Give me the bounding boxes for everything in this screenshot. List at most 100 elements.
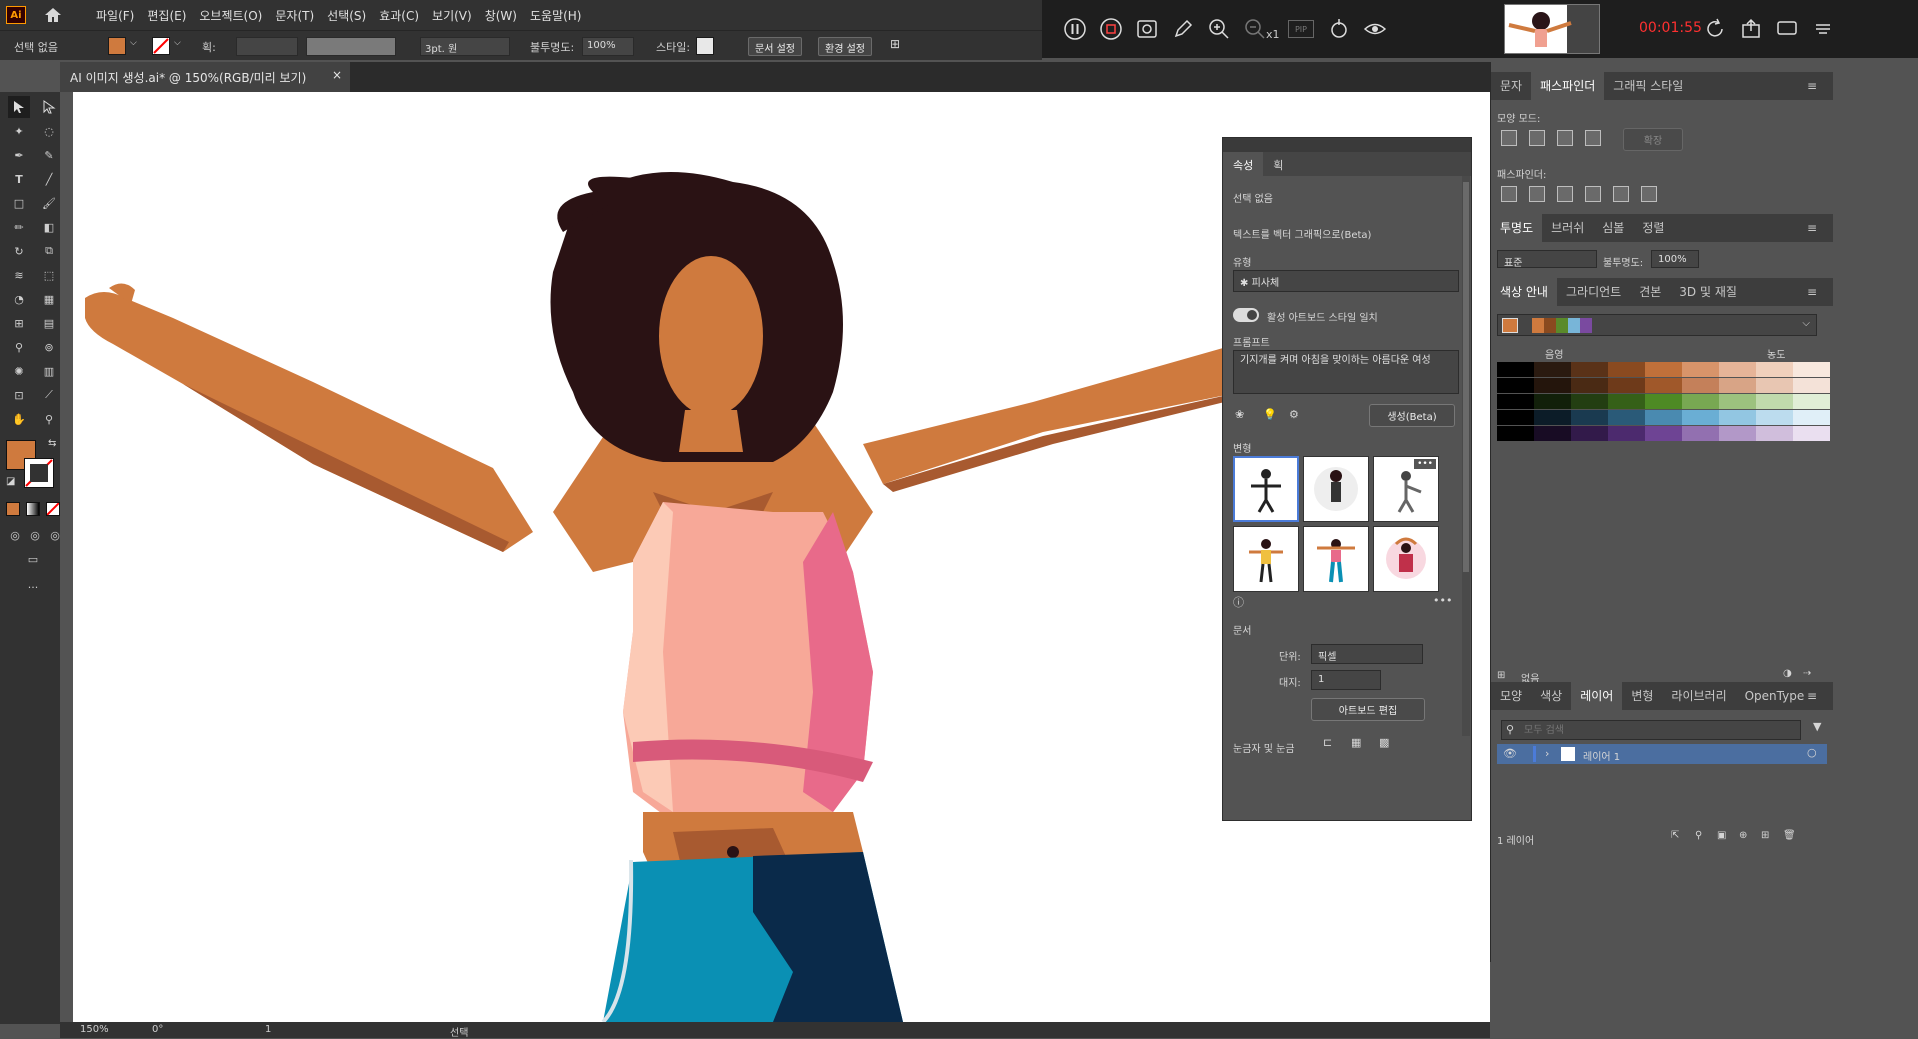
- color-guide-swatch[interactable]: [1571, 362, 1608, 377]
- tab-3d-materials[interactable]: 3D 및 재질: [1670, 278, 1746, 306]
- layer-row[interactable]: 👁 › 레이어 1 ○: [1497, 744, 1827, 764]
- color-guide-swatch[interactable]: [1645, 362, 1682, 377]
- divide-icon[interactable]: [1501, 186, 1517, 202]
- chat-icon[interactable]: [1774, 16, 1800, 42]
- refresh-icon[interactable]: [1702, 16, 1728, 42]
- new-sublayer-icon[interactable]: ⊕: [1739, 830, 1747, 841]
- free-transform-tool-icon[interactable]: ⬚: [38, 264, 60, 286]
- zoom-tool-icon[interactable]: ⚲: [38, 408, 60, 430]
- variant-thumbnail[interactable]: [1233, 526, 1299, 592]
- harmony-color-strip[interactable]: [1532, 318, 1592, 333]
- color-guide-swatch[interactable]: [1645, 410, 1682, 425]
- variant-thumbnail[interactable]: [1303, 456, 1369, 522]
- locate-object-icon[interactable]: ⚲: [1695, 830, 1702, 841]
- export-layer-icon[interactable]: ⇱: [1671, 830, 1679, 841]
- minus-front-icon[interactable]: [1529, 130, 1545, 146]
- info-icon[interactable]: ⓘ: [1233, 594, 1244, 610]
- opacity-field[interactable]: 100%: [582, 37, 634, 56]
- color-guide-swatch[interactable]: [1793, 394, 1830, 409]
- prompt-textarea[interactable]: 기지개를 켜며 아침을 맞이하는 아름다운 여성: [1233, 350, 1459, 394]
- symbol-sprayer-tool-icon[interactable]: ✺: [8, 360, 30, 382]
- transparency-grid-icon[interactable]: ▩: [1379, 736, 1389, 749]
- menu-object[interactable]: 오브젝트(O): [199, 7, 262, 24]
- color-guide-swatch[interactable]: [1608, 426, 1645, 441]
- export-icon[interactable]: [1738, 16, 1764, 42]
- more-options-icon[interactable]: •••: [1414, 459, 1436, 469]
- color-guide-swatch[interactable]: [1756, 426, 1793, 441]
- tab-pathfinder[interactable]: 패스파인더: [1531, 72, 1605, 100]
- layers-search[interactable]: ⚲: [1501, 720, 1801, 740]
- delete-layer-icon[interactable]: 🗑: [1783, 830, 1796, 841]
- color-guide-swatch[interactable]: [1756, 410, 1793, 425]
- edit-colors-icon[interactable]: ⇢: [1803, 668, 1811, 679]
- new-layer-icon[interactable]: ⊞: [1761, 830, 1769, 841]
- blend-mode-dropdown[interactable]: 표준: [1497, 250, 1597, 269]
- variant-thumbnail[interactable]: [1303, 526, 1369, 592]
- color-guide-swatch[interactable]: [1534, 362, 1571, 377]
- rotate-tool-icon[interactable]: ↻: [8, 240, 30, 262]
- properties-scrollbar[interactable]: [1462, 176, 1470, 736]
- zoom-out-icon[interactable]: [1242, 16, 1268, 42]
- color-guide-swatch[interactable]: [1497, 426, 1534, 441]
- pip-icon[interactable]: PIP: [1288, 20, 1314, 38]
- color-guide-swatch[interactable]: [1645, 394, 1682, 409]
- menu-edit[interactable]: 편집(E): [147, 7, 186, 24]
- color-guide-swatch[interactable]: [1571, 426, 1608, 441]
- color-guide-swatch[interactable]: [1497, 362, 1534, 377]
- tab-symbols[interactable]: 심볼: [1593, 214, 1633, 242]
- menu-effect[interactable]: 효과(C): [379, 7, 419, 24]
- color-guide-swatch[interactable]: [1756, 394, 1793, 409]
- style-match-toggle[interactable]: [1233, 308, 1259, 322]
- volume-icon[interactable]: [1202, 36, 1216, 50]
- tab-color-guide[interactable]: 색상 안내: [1491, 278, 1557, 306]
- selection-tool-icon[interactable]: [8, 96, 30, 118]
- visibility-eye-icon[interactable]: 👁: [1503, 747, 1517, 760]
- warp-tool-icon[interactable]: ≋: [8, 264, 30, 286]
- harmony-rules-dropdown[interactable]: ⌵: [1497, 314, 1817, 336]
- tab-libraries[interactable]: 라이브러리: [1662, 682, 1735, 710]
- more-icon[interactable]: •••: [1433, 594, 1452, 607]
- color-guide-swatch[interactable]: [1756, 378, 1793, 393]
- opacity-field[interactable]: 100%: [1651, 250, 1699, 268]
- color-guide-swatch[interactable]: [1682, 394, 1719, 409]
- clipping-mask-icon[interactable]: ▣: [1717, 830, 1726, 841]
- shape-builder-tool-icon[interactable]: ◔: [8, 288, 30, 310]
- chevron-down-icon[interactable]: ⌵: [130, 38, 137, 48]
- merge-icon[interactable]: [1557, 186, 1573, 202]
- grid-icon[interactable]: ▦: [1351, 736, 1361, 749]
- color-guide-swatch[interactable]: [1645, 378, 1682, 393]
- text-to-vector-section[interactable]: 텍스트를 벡터 그래픽으로(Beta): [1233, 226, 1371, 241]
- chevron-down-icon[interactable]: ⌵: [174, 38, 181, 48]
- pause-icon[interactable]: [1062, 16, 1088, 42]
- color-guide-swatch[interactable]: [1608, 410, 1645, 425]
- none-mode-icon[interactable]: [46, 502, 60, 516]
- color-mode-icon[interactable]: [6, 502, 20, 516]
- panel-header[interactable]: [1223, 138, 1471, 152]
- tab-properties[interactable]: 속성: [1223, 152, 1264, 176]
- artboard-number[interactable]: 1: [265, 1024, 271, 1035]
- tab-stroke[interactable]: 획: [1263, 152, 1293, 176]
- ruler-icon[interactable]: ⊏: [1323, 736, 1332, 749]
- cursor-effect-icon[interactable]: [1326, 16, 1352, 42]
- draw-inside-icon[interactable]: ◎: [44, 524, 66, 546]
- units-dropdown[interactable]: 픽셀: [1311, 644, 1423, 664]
- preferences-button[interactable]: 환경 설정: [818, 37, 872, 56]
- color-guide-swatch[interactable]: [1682, 362, 1719, 377]
- rectangle-tool-icon[interactable]: □: [8, 192, 30, 214]
- exclude-icon[interactable]: [1585, 130, 1601, 146]
- expand-layer-icon[interactable]: ›: [1545, 747, 1549, 760]
- color-guide-swatch[interactable]: [1682, 378, 1719, 393]
- variant-thumbnail[interactable]: •••: [1373, 456, 1439, 522]
- color-guide-swatch[interactable]: [1793, 410, 1830, 425]
- base-color-swatch[interactable]: [1502, 318, 1518, 333]
- color-guide-swatch[interactable]: [1608, 394, 1645, 409]
- grid-view-icon[interactable]: ⊞: [1497, 670, 1505, 681]
- sample-prompt-icon[interactable]: ❀: [1235, 408, 1244, 421]
- color-guide-swatch[interactable]: [1497, 410, 1534, 425]
- tab-transform[interactable]: 변형: [1622, 682, 1662, 710]
- arrange-documents-icon[interactable]: ⊞: [890, 37, 900, 51]
- color-guide-swatch[interactable]: [1719, 410, 1756, 425]
- target-icon[interactable]: ○: [1807, 746, 1817, 759]
- color-guide-swatch[interactable]: [1608, 378, 1645, 393]
- harmony-color-swatch[interactable]: [1544, 318, 1556, 333]
